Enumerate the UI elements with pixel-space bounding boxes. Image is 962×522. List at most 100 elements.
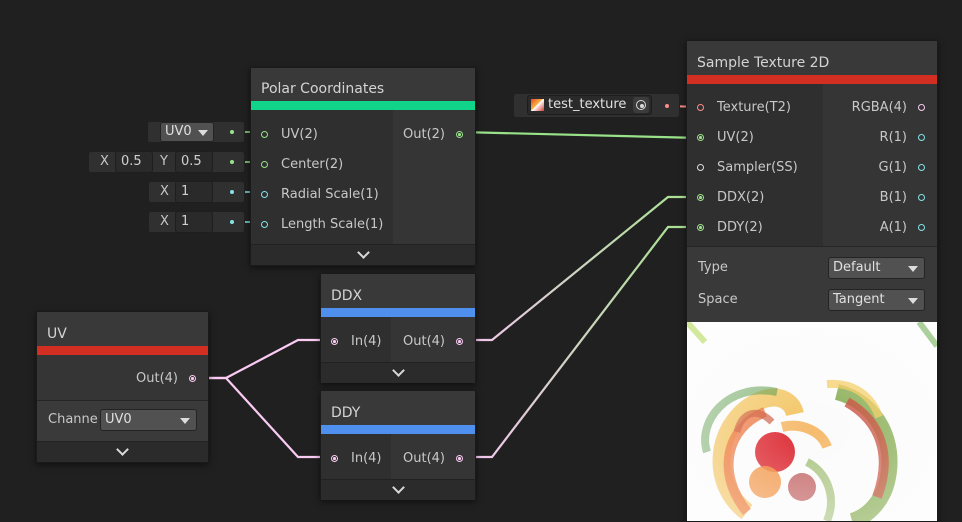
dropdown-arrow-icon: [198, 130, 208, 136]
center-default-dot: [230, 160, 234, 164]
uv-title-bar: [37, 346, 208, 355]
sample-output-r[interactable]: R(1): [823, 123, 937, 153]
sample-texture-2d-node[interactable]: Sample Texture 2D Texture(T2) UV(2) Samp…: [686, 40, 938, 522]
sample-output-a-label: A(1): [879, 220, 907, 235]
port-sample-ddx-in[interactable]: [697, 194, 704, 201]
port-length-in[interactable]: [261, 221, 268, 228]
port-r-out[interactable]: [918, 134, 925, 141]
port-ddx-in[interactable]: [331, 338, 338, 345]
ddx-node-title: DDX: [321, 274, 475, 308]
chevron-down-icon: [356, 246, 370, 259]
length-x-label: X: [160, 214, 169, 229]
polar-title-bar: [251, 101, 475, 110]
center-x-input[interactable]: 0.5: [115, 151, 153, 173]
sample-space-dropdown[interactable]: Tangent: [828, 289, 925, 311]
ddy-input-label: In(4): [351, 451, 382, 466]
ddx-title-bar: [321, 308, 475, 317]
port-sample-uv-in[interactable]: [697, 134, 704, 141]
ddx-expand-toggle[interactable]: [321, 362, 475, 383]
sample-input-sampler[interactable]: Sampler(SS): [687, 153, 823, 183]
chevron-down-icon: [391, 481, 405, 494]
sample-title-bar: [687, 75, 937, 84]
polar-input-radial[interactable]: Radial Scale(1): [251, 180, 393, 210]
sample-input-texture[interactable]: Texture(T2): [687, 93, 823, 123]
uv-channel-dropdown[interactable]: UV0: [160, 122, 214, 142]
wire-uv-to-ddy[interactable]: [193, 376, 334, 459]
sample-output-a[interactable]: A(1): [823, 213, 937, 243]
port-ddy-out[interactable]: [456, 455, 463, 462]
port-b-out[interactable]: [918, 194, 925, 201]
uv-channel-select[interactable]: UV0: [100, 409, 197, 431]
sample-input-ddx[interactable]: DDX(2): [687, 183, 823, 213]
object-picker-icon[interactable]: [633, 97, 649, 113]
sample-output-rgba[interactable]: RGBA(4): [823, 93, 937, 123]
port-radial-in[interactable]: [261, 191, 268, 198]
ddy-input[interactable]: In(4): [321, 444, 391, 474]
polar-input-uv[interactable]: UV(2): [251, 120, 393, 150]
ddy-title-bar: [321, 425, 475, 434]
sample-input-ddx-label: DDX(2): [717, 190, 765, 205]
sample-output-rgba-label: RGBA(4): [851, 100, 907, 115]
port-polar-out[interactable]: [456, 131, 463, 138]
center-y-input[interactable]: 0.5: [175, 151, 213, 173]
sample-space-value: Tangent: [833, 292, 885, 307]
polar-coordinates-node[interactable]: Polar Coordinates UV(2) Center(2) Radial…: [250, 67, 476, 266]
wire-polar-to-sample-uv[interactable]: [459, 130, 701, 140]
uv-channel-select-value: UV0: [105, 412, 132, 427]
port-uv-out[interactable]: [189, 375, 196, 382]
ddx-output[interactable]: Out(4): [391, 327, 475, 357]
ddy-output-label: Out(4): [403, 451, 445, 466]
sample-output-b-label: B(1): [879, 190, 907, 205]
port-ddx-out[interactable]: [456, 338, 463, 345]
port-ddy-in[interactable]: [331, 455, 338, 462]
sample-type-dropdown[interactable]: Default: [828, 257, 925, 279]
port-g-out[interactable]: [918, 164, 925, 171]
sample-type-label: Type: [698, 260, 728, 275]
uv-node[interactable]: UV Out(4) Channe UV0: [36, 311, 209, 463]
polar-input-length[interactable]: Length Scale(1): [251, 210, 393, 240]
sample-input-ddy[interactable]: DDY(2): [687, 213, 823, 243]
sample-input-uv[interactable]: UV(2): [687, 123, 823, 153]
dropdown-arrow-icon: [908, 266, 918, 272]
polar-expand-toggle[interactable]: [251, 244, 475, 265]
ddy-output[interactable]: Out(4): [391, 444, 475, 474]
sample-input-texture-label: Texture(T2): [717, 100, 791, 115]
ddx-node[interactable]: DDX In(4) Out(4): [320, 273, 476, 383]
texture-default-dot: [665, 104, 669, 108]
port-sample-ddy-in[interactable]: [697, 224, 704, 231]
uv-expand-toggle[interactable]: [37, 441, 208, 462]
polar-output[interactable]: Out(2): [393, 120, 475, 150]
wire-ddy-to-sample[interactable]: [460, 225, 700, 459]
port-rgba-out[interactable]: [918, 104, 925, 111]
uv-output[interactable]: Out(4): [37, 364, 208, 394]
polar-input-length-label: Length Scale(1): [281, 217, 384, 232]
wire-ddx-to-sample[interactable]: [460, 195, 700, 342]
sample-output-r-label: R(1): [879, 130, 907, 145]
length-x-input[interactable]: 1: [175, 211, 213, 233]
sample-output-g[interactable]: G(1): [823, 153, 937, 183]
center-y-label: Y: [160, 154, 168, 169]
ddy-expand-toggle[interactable]: [321, 479, 475, 500]
polar-input-radial-label: Radial Scale(1): [281, 187, 379, 202]
port-a-out[interactable]: [918, 224, 925, 231]
ddx-input[interactable]: In(4): [321, 327, 391, 357]
polar-input-center[interactable]: Center(2): [251, 150, 393, 180]
polar-input-center-label: Center(2): [281, 157, 344, 172]
uv-output-label: Out(4): [136, 371, 178, 386]
polar-input-uv-label: UV(2): [281, 127, 318, 142]
sample-node-title: Sample Texture 2D: [687, 41, 937, 75]
port-texture-in[interactable]: [697, 104, 704, 111]
radial-x-input[interactable]: 1: [175, 181, 213, 203]
port-sampler-in[interactable]: [697, 164, 704, 171]
texture-object-field[interactable]: test_texture: [527, 95, 652, 115]
wire-uv-to-ddx[interactable]: [193, 338, 334, 380]
sample-output-b[interactable]: B(1): [823, 183, 937, 213]
port-center-in[interactable]: [261, 161, 268, 168]
polar-output-label: Out(2): [403, 127, 445, 142]
uv-channel-value: UV0: [165, 124, 192, 139]
ddy-node[interactable]: DDY In(4) Out(4): [320, 390, 476, 500]
chevron-down-icon: [116, 443, 129, 456]
port-uv-in[interactable]: [261, 131, 268, 138]
uv-default-dot: [230, 130, 234, 134]
sample-input-sampler-label: Sampler(SS): [717, 160, 798, 175]
